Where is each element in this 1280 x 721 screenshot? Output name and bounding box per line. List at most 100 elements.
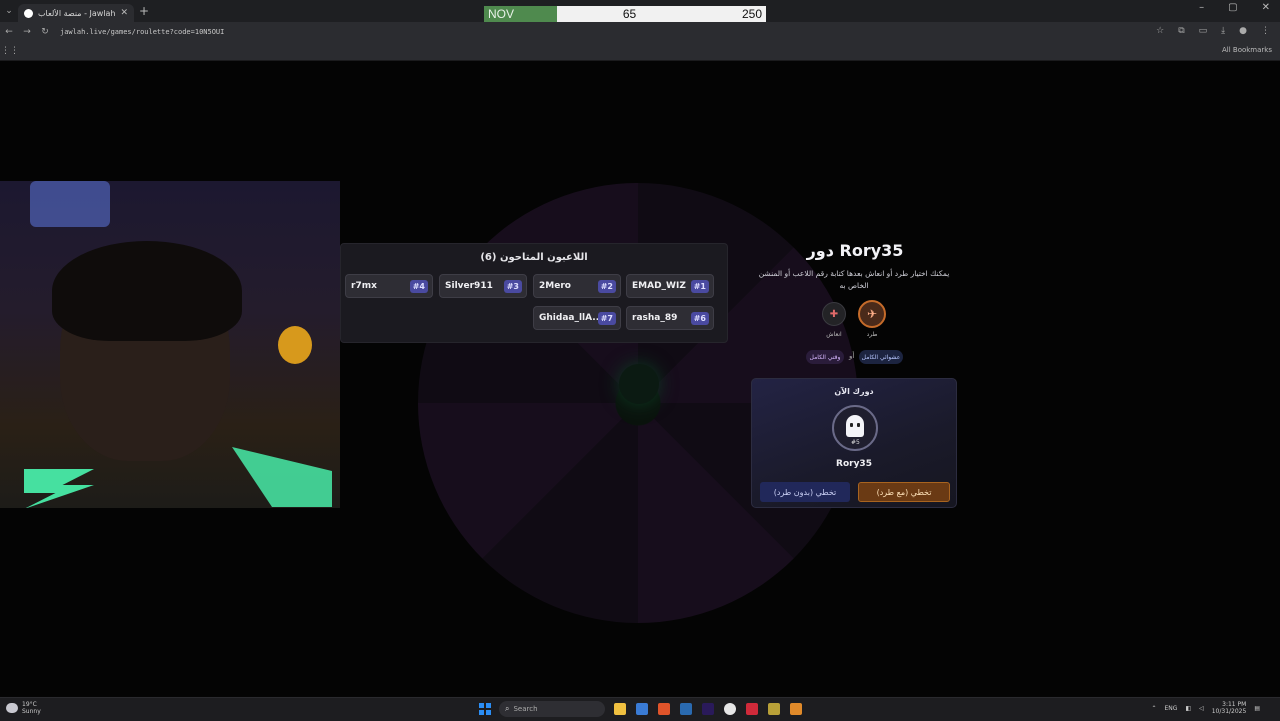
clock-time: 3:11 PM bbox=[1222, 701, 1247, 708]
taskbar: 19°C Sunny ⌕ Search ⌃ ENG ◧ ◁ 3:11 PM 10… bbox=[0, 697, 1280, 721]
player-rank-badge: #7 bbox=[597, 311, 616, 325]
maximize-icon[interactable]: ▢ bbox=[1228, 2, 1237, 13]
bookmark-star-icon[interactable]: ☆ bbox=[1156, 26, 1164, 36]
kick-button[interactable]: ✈ bbox=[858, 300, 886, 328]
player-name: r7mx bbox=[351, 281, 377, 291]
steam-icon[interactable] bbox=[680, 703, 692, 715]
toolbar-icons: ☆ ⧉ ▭ ⤓ ● ⋮ bbox=[1156, 26, 1270, 36]
window-close-icon[interactable]: ✕ bbox=[1262, 2, 1270, 13]
notifications-icon[interactable]: ▤ bbox=[1254, 705, 1260, 712]
sidepanel-icon[interactable]: ▭ bbox=[1199, 26, 1208, 36]
webcam-lamp bbox=[278, 326, 312, 364]
site-favicon-icon bbox=[24, 8, 33, 18]
player-card[interactable]: Ghidaa_llA... #7 bbox=[533, 306, 621, 330]
player-name: rasha_89 bbox=[632, 313, 678, 323]
tab-search-icon[interactable]: ⌄ bbox=[0, 0, 18, 22]
brave-icon[interactable] bbox=[658, 703, 670, 715]
app-icon-2[interactable] bbox=[768, 703, 780, 715]
current-player-name: Rory35 bbox=[836, 459, 872, 469]
stream-logo-shape bbox=[232, 447, 332, 507]
weather-widget[interactable]: 19°C Sunny bbox=[6, 701, 41, 715]
new-tab-icon[interactable]: + bbox=[134, 4, 154, 18]
webcam-background-light bbox=[30, 181, 110, 227]
roulette-wheel-center bbox=[619, 364, 659, 404]
extensions-icon[interactable]: ⧉ bbox=[1178, 26, 1184, 36]
menu-icon[interactable]: ⋮ bbox=[1261, 26, 1270, 36]
address-bar: ← → ↻ jawlah.live/games/roulette?code=10… bbox=[0, 22, 1280, 42]
player-name: EMAD_WIZ bbox=[632, 281, 686, 291]
player-card[interactable]: r7mx #4 bbox=[345, 274, 433, 298]
available-players-panel: اللاعبون المتاحون (6) EMAD_WIZ #1 2Mero … bbox=[340, 243, 728, 343]
goal-max: 250 bbox=[741, 7, 762, 21]
goal-current: 65 bbox=[622, 7, 637, 21]
skip-without-kick-button[interactable]: تخطي (بدون طرد) bbox=[760, 482, 850, 502]
premiere-icon[interactable] bbox=[702, 703, 714, 715]
webcam-overlay bbox=[0, 181, 340, 508]
taskbar-search[interactable]: ⌕ Search bbox=[499, 701, 605, 717]
reload-icon[interactable]: ↻ bbox=[36, 27, 54, 37]
language-indicator[interactable]: ENG bbox=[1165, 705, 1178, 712]
player-rank-badge: #1 bbox=[690, 279, 709, 293]
player-card[interactable]: EMAD_WIZ #1 bbox=[626, 274, 714, 298]
players-title: اللاعبون المتاحون (6) bbox=[480, 252, 588, 263]
volume-icon[interactable]: ◁ bbox=[1199, 705, 1204, 712]
revive-label: انعاش bbox=[826, 331, 842, 338]
tray-chevron-icon[interactable]: ⌃ bbox=[1151, 705, 1156, 712]
avatar: #5 bbox=[832, 405, 878, 451]
file-explorer-icon[interactable] bbox=[614, 703, 626, 715]
profile-icon[interactable]: ● bbox=[1239, 26, 1247, 36]
current-turn-card: دورك الآن #5 Rory35 تخطي (بدون طرد) تخطي… bbox=[751, 378, 957, 508]
stream-logo-icon bbox=[24, 469, 94, 508]
player-rank-badge: #4 bbox=[409, 279, 428, 293]
goal-label: NOV bbox=[484, 6, 557, 22]
kick-icon: ✈ bbox=[866, 307, 878, 321]
search-icon: ⌕ bbox=[505, 704, 510, 713]
app-icon-3[interactable] bbox=[790, 703, 802, 715]
weather-temp: 19°C bbox=[22, 701, 37, 708]
player-rank-badge: #6 bbox=[690, 311, 709, 325]
revive-button[interactable]: ✚ bbox=[822, 302, 846, 326]
now-title: دورك الآن bbox=[834, 387, 874, 396]
windows-start-icon[interactable] bbox=[479, 703, 491, 715]
cloud-icon bbox=[6, 703, 18, 713]
player-rank-badge: #2 bbox=[597, 279, 616, 293]
bookmarks-bar: ⋮⋮ All Bookmarks bbox=[0, 42, 1280, 61]
avatar-rank: #5 bbox=[851, 439, 860, 446]
download-icon[interactable]: ⤓ bbox=[1221, 26, 1225, 36]
syringe-icon: ✚ bbox=[829, 308, 839, 320]
player-name: 2Mero bbox=[539, 281, 571, 291]
network-icon[interactable]: ◧ bbox=[1185, 705, 1191, 712]
url-field[interactable]: jawlah.live/games/roulette?code=10N5OUI bbox=[60, 28, 224, 36]
clock-date: 10/31/2025 bbox=[1211, 708, 1247, 715]
stream-goal-bar: NOV 65 250 bbox=[484, 6, 766, 22]
apps-grid-icon[interactable]: ⋮⋮ bbox=[0, 46, 20, 56]
all-bookmarks-link[interactable]: All Bookmarks bbox=[1222, 46, 1272, 54]
player-card[interactable]: rasha_89 #6 bbox=[626, 306, 714, 330]
ghost-icon bbox=[846, 415, 864, 437]
kick-label: طرد bbox=[866, 331, 878, 338]
clock[interactable]: 3:11 PM 10/31/2025 bbox=[1212, 701, 1247, 715]
minimize-icon[interactable]: – bbox=[1199, 2, 1204, 13]
forward-icon[interactable]: → bbox=[18, 27, 36, 37]
store-icon[interactable] bbox=[636, 703, 648, 715]
weather-desc: Sunny bbox=[22, 708, 41, 715]
window-controls: – ▢ ✕ bbox=[1199, 2, 1270, 13]
turn-instructions: يمكنك اختيار طرد أو انعاش بعدها كتابة رق… bbox=[758, 269, 950, 290]
browser-tab-active[interactable]: منصة الألعاب - Jawlah - جولة ✕ bbox=[18, 4, 134, 22]
chrome-icon[interactable] bbox=[724, 703, 736, 715]
mode-pill-right[interactable]: عشوائي الكامل bbox=[859, 350, 903, 364]
game-page: اللاعبون المتاحون (6) EMAD_WIZ #1 2Mero … bbox=[0, 61, 1280, 696]
close-tab-icon[interactable]: ✕ bbox=[120, 8, 128, 18]
player-name: Ghidaa_llA... bbox=[539, 313, 598, 323]
streamer-hair bbox=[52, 241, 242, 341]
player-name: Silver911 bbox=[445, 281, 493, 291]
mode-pill-left[interactable]: وقتي الكامل bbox=[806, 350, 844, 364]
skip-with-kick-button[interactable]: تخطي (مع طرد) bbox=[858, 482, 950, 502]
back-icon[interactable]: ← bbox=[0, 27, 18, 37]
mode-separator: أو bbox=[849, 352, 855, 360]
player-card[interactable]: Silver911 #3 bbox=[439, 274, 527, 298]
player-rank-badge: #3 bbox=[503, 279, 522, 293]
player-card[interactable]: 2Mero #2 bbox=[533, 274, 621, 298]
turn-title: دور Rory35 bbox=[806, 241, 904, 260]
app-icon[interactable] bbox=[746, 703, 758, 715]
